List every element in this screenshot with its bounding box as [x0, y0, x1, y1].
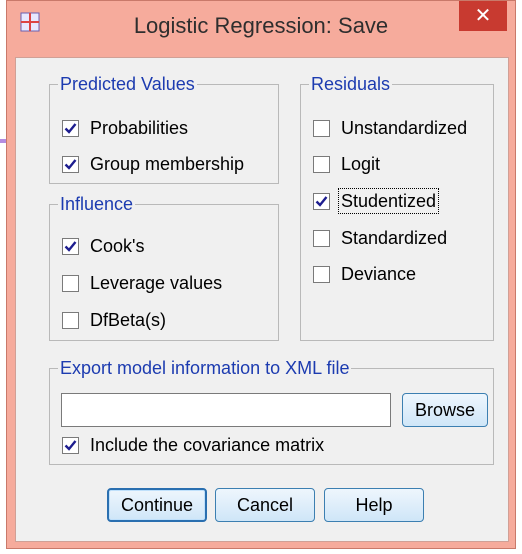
- close-button[interactable]: ✕: [459, 1, 507, 31]
- unstandardized-label: Unstandardized: [341, 118, 468, 138]
- checkbox-box[interactable]: [313, 155, 330, 173]
- residuals-legend: Residuals: [309, 73, 393, 95]
- checkbox-box[interactable]: [313, 229, 330, 247]
- checkbox-box[interactable]: [313, 119, 330, 137]
- dfbeta-label: DfBeta(s): [90, 310, 167, 330]
- influence-group: Influence Cook's Leverage values DfBeta(…: [49, 193, 279, 341]
- checkbox-box[interactable]: [313, 192, 330, 210]
- dfbeta-checkbox[interactable]: DfBeta(s): [62, 307, 168, 333]
- include-covariance-label: Include the covariance matrix: [90, 435, 325, 455]
- checkbox-box[interactable]: [62, 274, 79, 292]
- studentized-checkbox[interactable]: Studentized: [313, 188, 440, 214]
- studentized-label: Studentized: [337, 188, 440, 214]
- checkmark-icon: [64, 439, 77, 451]
- help-button[interactable]: Help: [324, 488, 424, 522]
- cancel-button[interactable]: Cancel: [215, 488, 315, 522]
- include-covariance-checkbox[interactable]: Include the covariance matrix: [62, 432, 326, 458]
- checkbox-box[interactable]: [62, 311, 79, 329]
- probabilities-checkbox[interactable]: Probabilities: [62, 115, 190, 141]
- dialog-window: Logistic Regression: Save ✕ Predicted Va…: [6, 0, 516, 549]
- deviance-checkbox[interactable]: Deviance: [313, 261, 418, 287]
- group-membership-label: Group membership: [90, 154, 245, 174]
- logit-label: Logit: [341, 154, 381, 174]
- predicted-values-legend: Predicted Values: [58, 73, 197, 95]
- standardized-label: Standardized: [341, 228, 448, 248]
- checkbox-box[interactable]: [62, 155, 79, 173]
- residuals-group: Residuals Unstandardized Logit Studentiz…: [300, 73, 494, 341]
- export-xml-group: Export model information to XML file Bro…: [49, 357, 494, 465]
- checkbox-box[interactable]: [62, 237, 79, 255]
- xml-file-path-input[interactable]: [61, 393, 391, 427]
- leverage-values-label: Leverage values: [90, 273, 223, 293]
- checkbox-box[interactable]: [62, 119, 79, 137]
- cooks-checkbox[interactable]: Cook's: [62, 233, 146, 259]
- browse-button[interactable]: Browse: [402, 393, 488, 427]
- export-xml-legend: Export model information to XML file: [58, 357, 352, 379]
- checkbox-box[interactable]: [313, 265, 330, 283]
- cooks-label: Cook's: [90, 236, 145, 256]
- continue-button[interactable]: Continue: [107, 488, 207, 522]
- checkmark-icon: [64, 158, 77, 170]
- checkbox-box[interactable]: [62, 436, 79, 454]
- dialog-body: Predicted Values Probabilities Group mem…: [15, 57, 509, 542]
- checkmark-icon: [315, 195, 328, 207]
- influence-legend: Influence: [58, 193, 136, 215]
- deviance-label: Deviance: [341, 264, 417, 284]
- unstandardized-checkbox[interactable]: Unstandardized: [313, 115, 469, 141]
- predicted-values-group: Predicted Values Probabilities Group mem…: [49, 73, 279, 184]
- group-membership-checkbox[interactable]: Group membership: [62, 151, 246, 177]
- checkmark-icon: [64, 122, 77, 134]
- checkmark-icon: [64, 240, 77, 252]
- window-title: Logistic Regression: Save: [133, 13, 389, 38]
- logit-checkbox[interactable]: Logit: [313, 151, 382, 177]
- standardized-checkbox[interactable]: Standardized: [313, 225, 449, 251]
- probabilities-label: Probabilities: [90, 118, 189, 138]
- leverage-values-checkbox[interactable]: Leverage values: [62, 270, 224, 296]
- title-bar: Logistic Regression: Save ✕: [7, 1, 515, 56]
